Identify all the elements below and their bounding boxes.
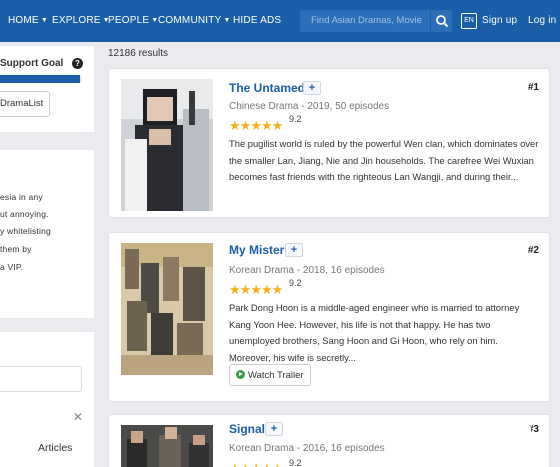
drama-card: Signal + #3 Korean Drama - 2016, 16 epis… [108, 414, 550, 467]
results-count: 12186 results [108, 48, 169, 59]
drama-meta: Chinese Drama - 2019, 50 episodes [229, 101, 390, 112]
caret-down-icon: ▼ [223, 17, 231, 24]
drama-poster[interactable] [121, 243, 213, 375]
rating-score: 9.2 [289, 458, 302, 467]
login-link[interactable]: Log in [528, 15, 556, 26]
rating-score: 9.2 [289, 278, 302, 288]
close-icon[interactable]: ✕ [73, 410, 83, 424]
drama-card: My Mister + #2 Korean Drama - 2018, 16 e… [108, 232, 550, 402]
drama-card: The Untamed + #1 Chinese Drama - 2019, 5… [108, 68, 550, 218]
drama-title-link[interactable]: Signal [229, 422, 265, 436]
support-goal-card: Support Goal ? [0, 46, 94, 132]
support-dramalist-button[interactable]: DramaList [0, 91, 50, 117]
add-to-list-button[interactable]: + [303, 81, 321, 95]
support-goal-progress [0, 75, 82, 83]
signup-link[interactable]: Sign up [482, 15, 517, 26]
help-icon[interactable]: ? [72, 58, 83, 69]
rating-score: 9.2 [289, 114, 302, 124]
top-navbar: HOME ▼ EXPLORE ▼ PEOPLE ▼ COMMUNITY ▼ HIDE A… [0, 0, 560, 42]
rank-label: #1 [527, 82, 539, 93]
language-button[interactable]: EN [461, 13, 477, 29]
rating-stars: ★★★★★ [229, 117, 284, 133]
nav-community-label: COMMUNITY [158, 15, 222, 26]
nav-people-label: PEOPLE [108, 15, 150, 26]
ad-notice-line: ut annoying. [0, 209, 49, 219]
nav-explore[interactable]: EXPLORE ▼ [52, 15, 110, 26]
scroll-to-top-button[interactable] [513, 426, 531, 440]
drama-description: The pugilist world is ruled by the power… [229, 138, 539, 182]
play-icon [236, 370, 245, 379]
nav-explore-label: EXPLORE [52, 15, 101, 26]
drama-description: Park Dong Hoon is a middle-aged engineer… [229, 302, 520, 363]
drama-title-link[interactable]: The Untamed [229, 81, 305, 95]
search-input[interactable]: Find Asian Dramas, Movie [300, 10, 430, 32]
nav-community[interactable]: COMMUNITY ▼ [158, 15, 231, 26]
nav-hide-ads[interactable]: HIDE ADS [233, 15, 281, 26]
nav-home[interactable]: HOME ▼ [8, 15, 48, 26]
star-icon: ★ [272, 462, 284, 467]
caret-down-icon: ▼ [40, 17, 48, 24]
support-goal-progress-fill [0, 75, 81, 83]
star-icon: ★ [271, 282, 284, 297]
sidebar-search-input[interactable] [0, 366, 82, 392]
add-to-list-button[interactable]: + [265, 422, 283, 436]
drama-poster[interactable] [121, 425, 213, 467]
rating-stars: ★★★★★ [229, 460, 284, 467]
nav-people[interactable]: PEOPLE ▼ [108, 15, 158, 26]
watch-trailer-button[interactable]: Watch Trailer [229, 364, 311, 386]
star-icon: ★ [271, 118, 284, 133]
rating-stars: ★★★★★ [229, 281, 284, 297]
search-button[interactable] [430, 10, 452, 32]
ad-notice-line: them by [0, 244, 32, 254]
drama-meta: Korean Drama - 2016, 16 episodes [229, 443, 385, 454]
support-goal-title: Support Goal [0, 58, 64, 69]
ad-notice-line: esia in any [0, 192, 43, 202]
rank-label: #2 [527, 245, 539, 256]
search-icon [436, 15, 449, 28]
drama-title-link[interactable]: My Mister [229, 243, 284, 257]
drama-poster[interactable] [121, 79, 213, 211]
ad-notice-card: esia in any ut annoying. y whitelisting … [0, 150, 94, 318]
add-to-list-button[interactable]: + [285, 243, 303, 257]
articles-tab[interactable]: Articles [38, 442, 72, 454]
watch-trailer-label: Watch Trailer [248, 370, 304, 381]
nav-home-label: HOME [8, 15, 39, 26]
drama-meta: Korean Drama - 2018, 16 episodes [229, 265, 385, 276]
ad-notice-line: a VIP. [0, 262, 24, 272]
ad-notice-line: y whitelisting [0, 226, 51, 236]
